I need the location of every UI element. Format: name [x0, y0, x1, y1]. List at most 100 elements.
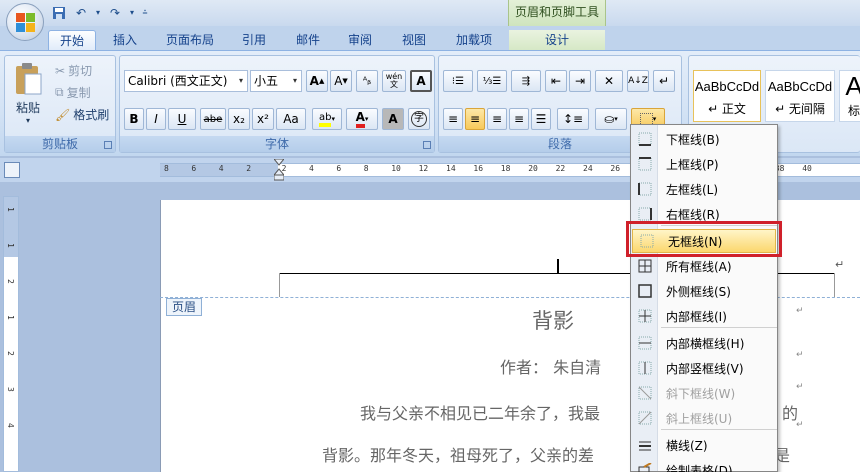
char-shading-button[interactable]: A: [382, 108, 404, 130]
tab-view[interactable]: 视图: [392, 30, 436, 50]
tab-design[interactable]: 设计: [509, 30, 605, 50]
tab-selector-icon[interactable]: [4, 162, 20, 178]
align-left-button[interactable]: ≡: [443, 108, 463, 130]
clear-format-button[interactable]: ᴬᵦ: [356, 70, 378, 92]
line-spacing-button[interactable]: ↕≡: [557, 108, 589, 130]
menu-item-diagonal-up-border: 斜上框线(U): [631, 406, 777, 430]
align-center-button[interactable]: ≡: [465, 108, 485, 130]
paste-label: 粘贴: [15, 101, 40, 115]
distributed-button[interactable]: ☰: [531, 108, 551, 130]
text-cursor: [557, 259, 559, 273]
font-launcher-icon[interactable]: [423, 141, 431, 149]
bullets-button[interactable]: ⁝☰: [443, 70, 473, 92]
style-heading[interactable]: A 标: [839, 70, 860, 122]
copy-button[interactable]: ⧉ 复制: [55, 84, 91, 101]
tab-references[interactable]: 引用: [232, 30, 276, 50]
ruler-tick: 8: [363, 164, 369, 173]
font-name-dropdown-icon[interactable]: ▾: [235, 71, 247, 91]
undo-dropdown-icon[interactable]: ▾: [94, 4, 102, 21]
enclosed-char-icon: 字: [411, 111, 427, 127]
vertical-ruler[interactable]: 1 1 2 1 2 3 4: [3, 196, 19, 472]
menu-item-label: 上框线(P): [666, 157, 719, 172]
ruler-tick: 12: [418, 164, 429, 173]
office-button[interactable]: [6, 3, 44, 41]
pilcrow-icon: ↵: [658, 74, 670, 88]
header-right-corner: [834, 273, 835, 297]
clipboard-launcher-icon[interactable]: [104, 141, 112, 149]
decrease-indent-button[interactable]: ⇤: [545, 70, 567, 92]
horizontal-line-icon: [631, 433, 658, 457]
save-icon[interactable]: [50, 4, 68, 21]
bullet-list-icon: ⁝☰: [451, 75, 465, 87]
menu-item-draw-table[interactable]: 绘制表格(D): [631, 458, 777, 472]
enclose-char-button[interactable]: 字: [408, 108, 430, 130]
menu-item-diagonal-down-border: 斜下框线(W): [631, 381, 777, 405]
menu-item-all-borders[interactable]: 所有框线(A): [631, 254, 777, 278]
underline-button[interactable]: U: [168, 108, 196, 130]
menu-item-inside-borders[interactable]: 内部框线(I): [631, 304, 777, 328]
format-painter-button[interactable]: 🖌 格式刷: [55, 106, 109, 123]
tab-insert[interactable]: 插入: [104, 30, 146, 50]
tab-mailings[interactable]: 邮件: [286, 30, 330, 50]
menu-item-label: 斜上框线(U): [666, 411, 733, 426]
align-right-button[interactable]: ≡: [487, 108, 507, 130]
style-normal[interactable]: AaBbCcDd ↵ 正文: [693, 70, 761, 122]
ruler-tick: 2: [246, 164, 252, 173]
bold-button[interactable]: B: [124, 108, 144, 130]
menu-item-left-border[interactable]: 左框线(L): [631, 177, 777, 201]
vruler-tick: 4: [6, 423, 15, 428]
shading-button[interactable]: ⛀ ▾: [595, 108, 627, 130]
change-case-button[interactable]: Aa: [276, 108, 306, 130]
document-author[interactable]: 作者： 朱自清: [500, 354, 601, 378]
font-size-combo[interactable]: 小五 ▾: [250, 70, 302, 92]
redo-icon[interactable]: ↷: [106, 4, 124, 21]
style-no-spacing[interactable]: AaBbCcDd ↵ 无间隔: [765, 70, 835, 122]
header-tag[interactable]: 页眉: [166, 298, 203, 316]
subscript-button[interactable]: x₂: [228, 108, 250, 130]
font-color-button[interactable]: A ▾: [346, 108, 378, 130]
justify-button[interactable]: ≡: [509, 108, 529, 130]
tab-page-layout[interactable]: 页面布局: [158, 30, 222, 50]
tab-review[interactable]: 审阅: [338, 30, 382, 50]
paste-button[interactable]: 粘贴 ▾: [9, 60, 47, 132]
tab-addins[interactable]: 加载项: [446, 30, 502, 50]
menu-item-inside-vertical-border[interactable]: 内部竖框线(V): [631, 356, 777, 380]
customize-qat-icon[interactable]: ⩮: [140, 4, 150, 21]
menu-item-top-border[interactable]: 上框线(P): [631, 152, 777, 176]
font-group: Calibri (西文正文) ▾ 小五 ▾ A ▲ A ▼ ᴬᵦ wén 文 A B I …: [119, 55, 435, 153]
strikethrough-button[interactable]: abe: [200, 108, 226, 130]
italic-button[interactable]: I: [146, 108, 166, 130]
grow-font-button[interactable]: A ▲: [306, 70, 328, 92]
office-logo-icon: [16, 13, 36, 33]
menu-item-bottom-border[interactable]: 下框线(B): [631, 127, 777, 151]
menu-item-horizontal-line[interactable]: 横线(Z): [631, 433, 777, 457]
tab-home[interactable]: 开始: [48, 30, 96, 50]
paragraph-2[interactable]: 背影。那年冬天，祖母死了，父亲的差: [322, 442, 594, 466]
document-title[interactable]: 背影: [532, 305, 574, 335]
undo-icon[interactable]: ↶: [72, 4, 90, 21]
phonetic-guide-button[interactable]: wén 文: [382, 70, 406, 92]
style-no-spacing-sample: AaBbCcDd: [767, 79, 833, 94]
paragraph-1[interactable]: 我与父亲不相见已二年余了，我最: [360, 400, 600, 424]
menu-item-outside-borders[interactable]: 外侧框线(S): [631, 279, 777, 303]
show-marks-button[interactable]: ↵: [653, 70, 675, 92]
superscript-button[interactable]: x²: [252, 108, 274, 130]
cut-button[interactable]: ✂ 剪切: [55, 62, 92, 79]
vruler-tick: 1: [6, 243, 15, 248]
font-size-dropdown-icon[interactable]: ▾: [289, 71, 301, 91]
all-borders-icon: [631, 254, 658, 278]
font-name-combo[interactable]: Calibri (西文正文) ▾: [124, 70, 248, 92]
shrink-font-button[interactable]: A ▼: [330, 70, 352, 92]
highlight-color-button[interactable]: ab ▾: [312, 108, 342, 130]
chinese-layout-button[interactable]: ✕: [595, 70, 623, 92]
increase-indent-button[interactable]: ⇥: [569, 70, 591, 92]
menu-item-label: 下框线(B): [666, 132, 720, 147]
menu-item-label: 内部竖框线(V): [666, 361, 744, 376]
redo-dropdown-icon[interactable]: ▾: [128, 4, 136, 21]
sort-button[interactable]: A↓Z: [627, 70, 649, 92]
menu-item-inside-horizontal-border[interactable]: 内部横框线(H): [631, 331, 777, 355]
multilevel-list-button[interactable]: ⇶: [511, 70, 541, 92]
ruler-tick: 14: [446, 164, 456, 173]
char-border-button[interactable]: A: [410, 70, 432, 92]
numbering-button[interactable]: ⅓☰: [477, 70, 507, 92]
